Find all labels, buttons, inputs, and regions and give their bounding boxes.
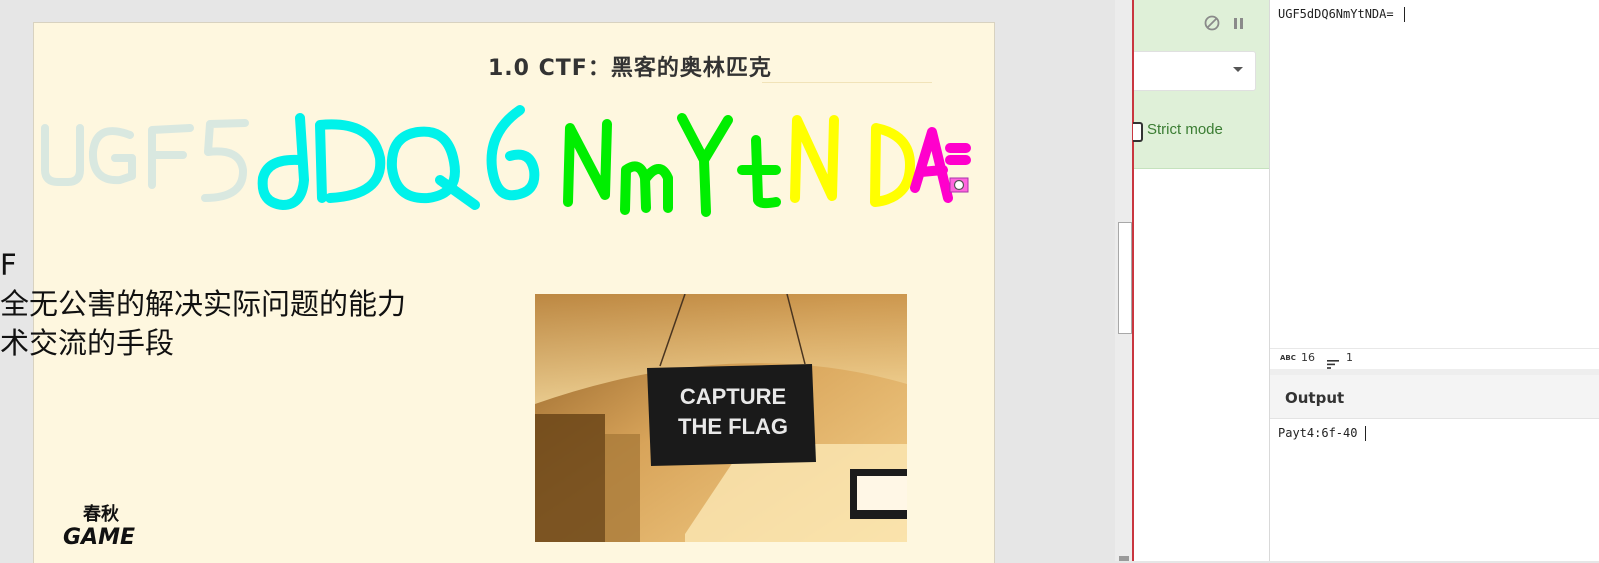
svg-text:春秋: 春秋 (83, 503, 120, 525)
graffiti-base64-text (41, 105, 971, 217)
output-title: Output (1285, 389, 1345, 407)
body-line: F (0, 248, 17, 282)
sign-line: CAPTURE (680, 384, 786, 409)
slide-body-text: F 全无公害的解决实际问题的能力 术交流的手段 (0, 246, 406, 363)
scrollbar-thumb[interactable] (1118, 222, 1132, 334)
chunqiu-logo: 春秋 GAME (63, 500, 138, 552)
graffiti-segment-ddq6 (257, 105, 540, 210)
input-lines: 1 (1346, 351, 1353, 364)
capture-the-flag-photo: CAPTURE THE FLAG (535, 294, 907, 542)
body-line: 术交流的手段 (0, 326, 175, 360)
scroll-down-arrow[interactable] (1119, 556, 1129, 561)
text-caret (1404, 7, 1405, 22)
io-pane (1270, 0, 1599, 561)
input-textarea[interactable]: UGF5dDQ6NmYtNDA= (1278, 7, 1394, 21)
strict-mode-checkbox[interactable] (1133, 122, 1143, 142)
slide-title: 1.0 CTF：黑客的奥林匹克 (488, 56, 772, 81)
input-status-bar (1270, 348, 1599, 369)
graffiti-segment-ugf5 (41, 119, 249, 202)
lines-icon (1327, 354, 1339, 369)
camera-icon (949, 177, 969, 193)
output-textarea[interactable]: Payt4:6f-40 (1278, 426, 1357, 440)
strict-mode-label[interactable]: Strict mode (1147, 121, 1223, 138)
chevron-down-icon (1233, 67, 1243, 72)
length-icon: ABC (1280, 354, 1296, 362)
disable-operation-icon[interactable] (1203, 14, 1221, 32)
pause-icon[interactable] (1233, 16, 1245, 30)
input-length: 16 (1301, 351, 1315, 364)
title-divider (762, 82, 932, 83)
svg-text:GAME: GAME (63, 525, 135, 550)
graffiti-segment-nmyt (563, 113, 781, 217)
text-caret (1365, 426, 1366, 441)
graffiti-segment-nd (790, 115, 915, 207)
sign-line: THE FLAG (678, 414, 788, 439)
body-line: 全无公害的解决实际问题的能力 (0, 287, 407, 321)
